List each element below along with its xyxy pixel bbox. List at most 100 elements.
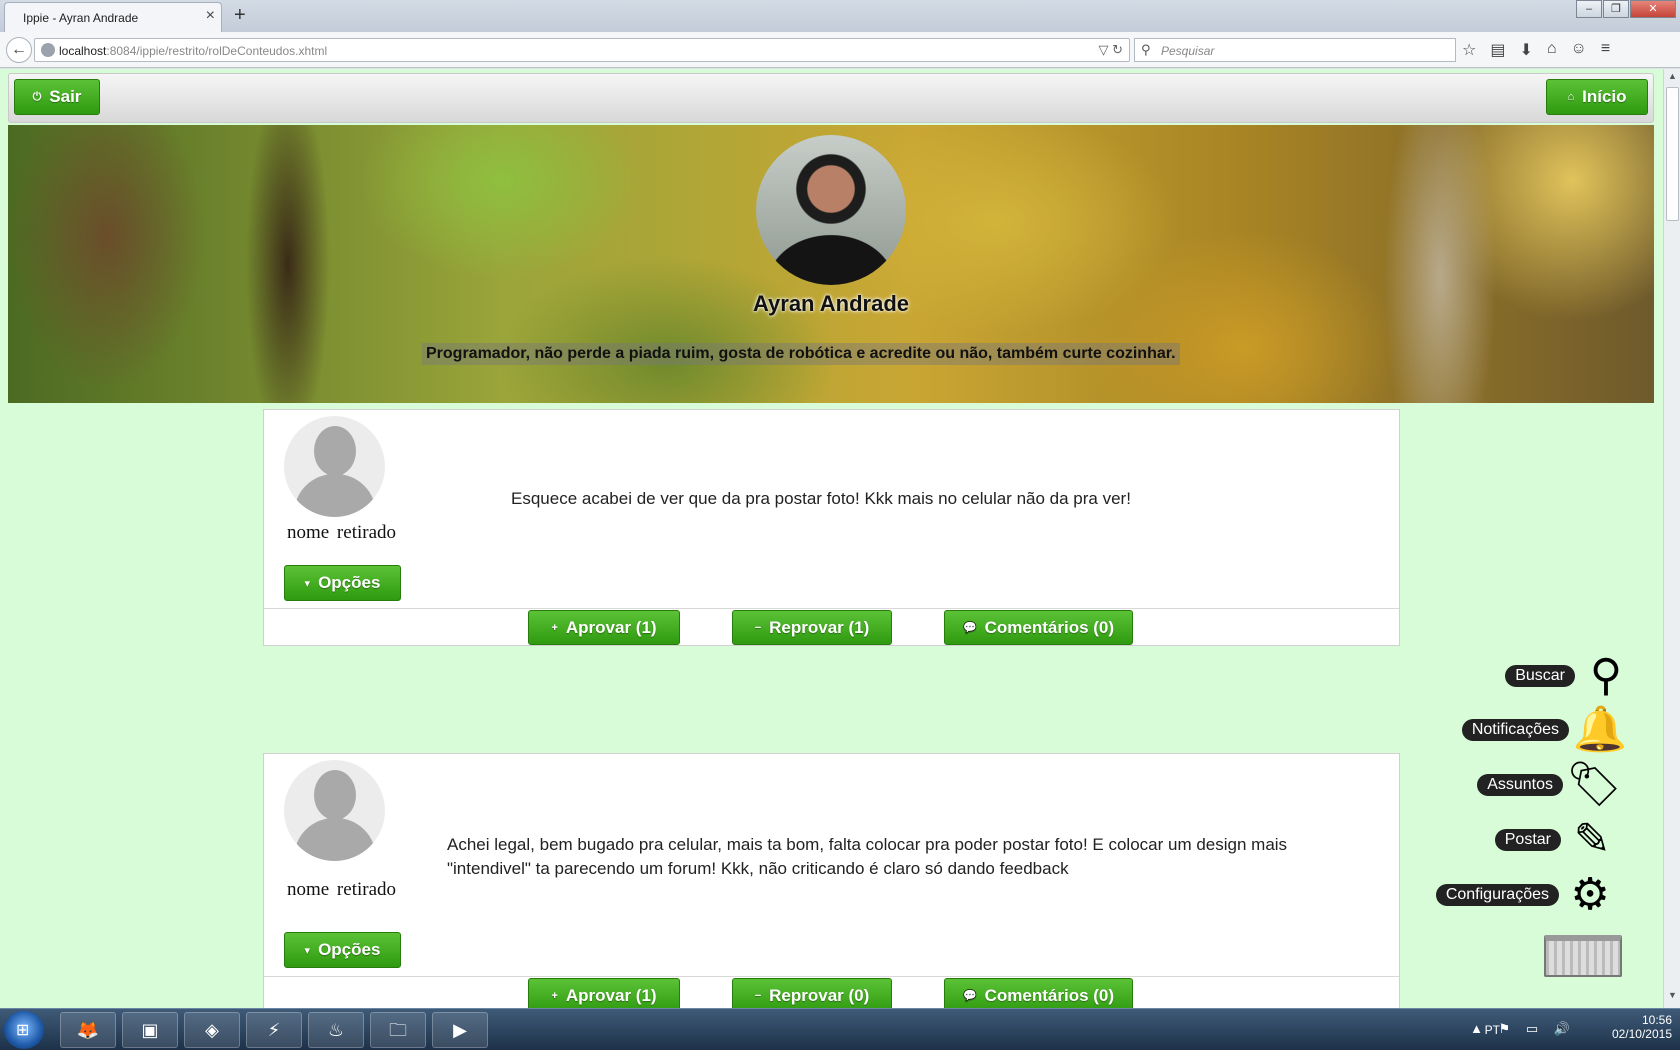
home-icon[interactable]: ⌂ xyxy=(1547,40,1557,60)
profile-banner: Ayran Andrade Programador, não perde a p… xyxy=(8,125,1654,403)
scrollbar-thumb[interactable] xyxy=(1666,87,1679,221)
clock[interactable]: 10:56 02/10/2015 xyxy=(1612,1013,1672,1041)
logout-label: Sair xyxy=(49,87,82,106)
post-text: Esquece acabei de ver que da pra postar … xyxy=(511,489,1131,508)
tag-icon: 🏷 xyxy=(1566,760,1622,809)
side-menu-notifications[interactable]: Notificações 🔔 xyxy=(1461,705,1627,755)
taskbar-visual-studio-icon[interactable]: ◈ xyxy=(184,1012,240,1048)
options-button[interactable]: ▾ Opções xyxy=(284,565,401,601)
downloads-icon[interactable]: ⬇ xyxy=(1519,40,1532,60)
page-scrollbar[interactable]: ▲ ▼ xyxy=(1663,69,1680,1008)
clock-date: 02/10/2015 xyxy=(1611,1027,1672,1041)
browser-navbar: ← localhost:8084/ippie/restrito/rolDeCon… xyxy=(0,32,1680,68)
maximize-button[interactable]: ❐ xyxy=(1603,0,1629,18)
clock-time: 10:56 xyxy=(1641,1013,1672,1027)
profile-avatar[interactable] xyxy=(756,135,906,285)
bookmark-star-icon[interactable]: ☆ xyxy=(1462,40,1476,60)
reject-label: Reprovar (0) xyxy=(769,985,870,1005)
approve-label: Aprovar (1) xyxy=(565,617,657,637)
pencil-icon: ✎ xyxy=(1573,815,1611,864)
browser-toolbar: ☆ ▤ ⬇ ⌂ ☺ ≡ xyxy=(1462,40,1610,60)
site-identity-icon[interactable] xyxy=(41,43,55,57)
minus-icon: − xyxy=(754,989,762,1002)
side-menu-label: Postar xyxy=(1494,829,1561,851)
home-label: Início xyxy=(1582,87,1627,106)
options-button[interactable]: ▾ Opções xyxy=(284,932,401,968)
side-menu-label: Buscar xyxy=(1505,665,1575,687)
taskbar-box-icon[interactable]: ▣ xyxy=(122,1012,178,1048)
taskbar-mysql-icon[interactable]: ⚡ xyxy=(246,1012,302,1048)
post-actions: + Aprovar (1) − Reprovar (0) 💬 Comentári… xyxy=(264,976,1399,1008)
post-actions: + Aprovar (1) − Reprovar (1) 💬 Comentári… xyxy=(264,608,1399,646)
search-bar[interactable]: ⚲ Pesquisar xyxy=(1134,38,1456,62)
page-viewport: ⏻ Sair ⌂ Início Ayran Andrade Programado… xyxy=(0,69,1663,1008)
reading-list-icon[interactable]: ▤ xyxy=(1490,40,1505,60)
browser-tabstrip: Ippie - Ayran Andrade × + – ❐ ✕ xyxy=(0,0,1680,32)
profile-bio: Programador, não perde a piada ruim, gos… xyxy=(422,343,1180,365)
side-menu-label: Assuntos xyxy=(1477,774,1563,796)
logout-button[interactable]: ⏻ Sair xyxy=(14,79,100,115)
options-label: Opções xyxy=(318,573,381,592)
home-button[interactable]: ⌂ Início xyxy=(1546,79,1648,115)
post-author: nome retirado xyxy=(286,522,397,543)
reload-icon[interactable]: ▽ ↻ xyxy=(1098,42,1123,58)
back-button[interactable]: ← xyxy=(6,37,32,63)
comment-icon: 💬 xyxy=(962,622,977,634)
chat-icon[interactable]: ☺ xyxy=(1571,40,1587,60)
power-icon: ⏻ xyxy=(32,90,42,103)
page-header: ⏻ Sair ⌂ Início xyxy=(8,73,1654,123)
menu-icon[interactable]: ≡ xyxy=(1601,40,1610,60)
comments-button[interactable]: 💬 Comentários (0) xyxy=(944,610,1133,645)
comment-icon: 💬 xyxy=(962,990,977,1002)
start-button[interactable]: ⊞ xyxy=(4,1011,44,1049)
side-menu-post[interactable]: Postar ✎ xyxy=(1494,815,1617,865)
profile-name: Ayran Andrade xyxy=(752,291,910,316)
taskbar-media-player-icon[interactable]: ▶ xyxy=(432,1012,488,1048)
search-icon: ⚲ xyxy=(1141,42,1151,57)
side-menu-search[interactable]: Buscar ⚲ xyxy=(1505,651,1631,701)
approve-label: Aprovar (1) xyxy=(565,985,657,1005)
user-avatar[interactable] xyxy=(284,416,385,517)
chevron-down-icon: ▾ xyxy=(304,944,311,957)
scroll-down-icon[interactable]: ▼ xyxy=(1664,990,1680,1006)
home-icon: ⌂ xyxy=(1567,91,1575,103)
taskbar-firefox-icon[interactable]: 🦊 xyxy=(60,1012,116,1048)
close-window-button[interactable]: ✕ xyxy=(1630,0,1676,18)
windows-logo-icon: ⊞ xyxy=(16,1022,30,1039)
side-menu-topics[interactable]: Assuntos 🏷 xyxy=(1477,760,1622,810)
plus-icon: + xyxy=(551,989,558,1002)
plus-icon: + xyxy=(551,621,558,634)
scroll-up-icon[interactable]: ▲ xyxy=(1664,71,1680,87)
side-menu-settings[interactable]: Configurações ⚙ xyxy=(1435,870,1615,920)
post-card: nome retirado ▾ Opções Esquece acabei de… xyxy=(263,409,1400,646)
basket-icon[interactable] xyxy=(1544,935,1622,977)
approve-button[interactable]: + Aprovar (1) xyxy=(528,978,680,1008)
post-author: nome retirado xyxy=(286,879,397,900)
comments-button[interactable]: 💬 Comentários (0) xyxy=(944,978,1133,1008)
user-avatar[interactable] xyxy=(284,760,385,861)
tab-title: Ippie - Ayran Andrade xyxy=(23,11,139,25)
address-bar[interactable]: localhost:8084/ippie/restrito/rolDeConte… xyxy=(34,38,1130,62)
post-text: Achei legal, bem bugado pra celular, mai… xyxy=(447,835,1288,878)
comments-label: Comentários (0) xyxy=(984,617,1115,637)
tray-icons[interactable]: ▲ ⚑ ▭ 🔊 xyxy=(1470,1021,1576,1037)
side-menu-label: Notificações xyxy=(1461,719,1569,741)
minus-icon: − xyxy=(754,621,762,634)
approve-button[interactable]: + Aprovar (1) xyxy=(528,610,680,645)
tab-close-icon[interactable]: × xyxy=(206,7,215,25)
comments-label: Comentários (0) xyxy=(984,985,1115,1005)
url-text[interactable]: localhost:8084/ippie/restrito/rolDeConte… xyxy=(59,44,327,58)
minimize-button[interactable]: – xyxy=(1576,0,1602,18)
taskbar-steam-icon[interactable]: ♨ xyxy=(308,1012,364,1048)
side-menu-label: Configurações xyxy=(1435,884,1559,906)
window-controls: – ❐ ✕ xyxy=(1575,0,1676,18)
new-tab-button[interactable]: + xyxy=(234,4,246,27)
reject-button[interactable]: − Reprovar (0) xyxy=(732,978,892,1008)
url-path: :8084/ippie/restrito/rolDeConteudos.xhtm… xyxy=(106,44,328,58)
taskbar-explorer-icon[interactable]: 🗀 xyxy=(370,1012,426,1048)
chevron-down-icon: ▾ xyxy=(304,577,311,590)
browser-tab[interactable]: Ippie - Ayran Andrade × xyxy=(4,2,222,32)
reject-button[interactable]: − Reprovar (1) xyxy=(732,610,892,645)
post-card: nome retirado ▾ Opções Achei legal, bem … xyxy=(263,753,1400,1008)
reject-label: Reprovar (1) xyxy=(769,617,870,637)
